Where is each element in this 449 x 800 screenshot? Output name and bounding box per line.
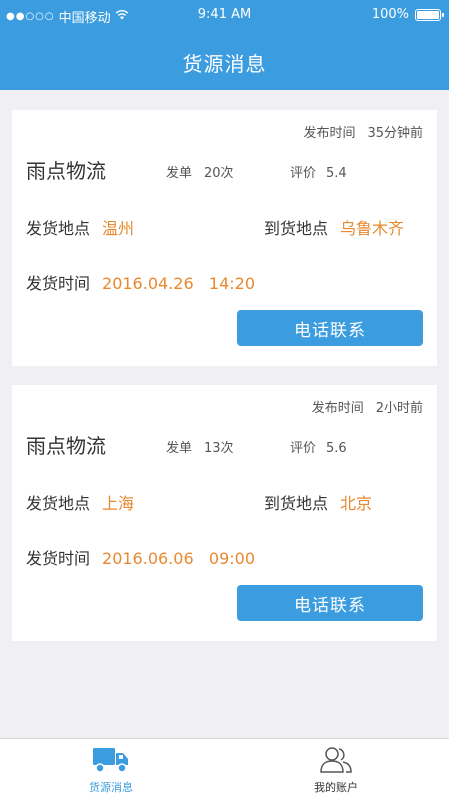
ship-time-value: 2016.04.26 14:20 <box>102 274 255 293</box>
publish-label: 发布时间 <box>303 126 356 141</box>
cargo-card: 发布时间 35分钟前 雨点物流 发单 20次 评价 5.4 发货地点 温州 到货地点 乌鲁… <box>12 110 437 366</box>
order-count: 发单 13次 <box>166 437 234 456</box>
tab-my-account-label: 我的账户 <box>314 781 358 794</box>
publish-time: 发布时间 2小时前 <box>312 397 423 416</box>
call-button[interactable]: 电话联系 <box>237 310 423 346</box>
users-icon <box>281 745 391 775</box>
tab-my-account[interactable]: 我的账户 <box>281 745 391 795</box>
origin-value: 上海 <box>102 494 135 513</box>
ship-time-label: 发货时间 <box>26 274 91 293</box>
status-right: 100% <box>371 7 444 22</box>
orders-value: 13次 <box>204 441 234 456</box>
cargo-card: 发布时间 2小时前 雨点物流 发单 13次 评价 5.6 发货地点 上海 到货地点 北京 … <box>12 385 437 641</box>
origin-label: 发货地点 <box>26 219 91 238</box>
publish-label: 发布时间 <box>311 401 364 416</box>
call-button[interactable]: 电话联系 <box>237 585 423 621</box>
destination-value: 乌鲁木齐 <box>340 219 405 238</box>
truck-icon <box>56 745 166 775</box>
ship-time: 发货时间 2016.04.26 14:20 <box>26 270 255 294</box>
destination-value: 北京 <box>340 494 373 513</box>
tab-cargo-messages[interactable]: 货源消息 <box>56 745 166 795</box>
rating: 评价 5.4 <box>290 162 347 181</box>
destination-label: 到货地点 <box>264 219 329 238</box>
ship-time-label: 发货时间 <box>26 549 91 568</box>
company-name: 雨点物流 <box>26 434 106 458</box>
tab-bar: 货源消息 我的账户 <box>0 738 449 800</box>
destination-label: 到货地点 <box>264 494 329 513</box>
publish-time: 发布时间 35分钟前 <box>303 122 423 141</box>
destination: 到货地点 北京 <box>264 490 372 514</box>
orders-label: 发单 <box>166 441 193 456</box>
orders-label: 发单 <box>166 166 193 181</box>
app-header: ●●○○○ 中国移动 9:41 AM 100% 货源消息 <box>0 0 449 90</box>
rating-value: 5.4 <box>326 166 347 181</box>
company-name: 雨点物流 <box>26 159 106 183</box>
destination: 到货地点 乌鲁木齐 <box>264 215 404 239</box>
origin: 发货地点 上海 <box>26 490 134 514</box>
orders-value: 20次 <box>204 166 234 181</box>
tab-cargo-messages-label: 货源消息 <box>89 781 133 794</box>
status-bar: ●●○○○ 中国移动 9:41 AM 100% <box>0 0 449 30</box>
rating-label: 评价 <box>290 441 317 456</box>
ship-time: 发货时间 2016.06.06 09:00 <box>26 545 255 569</box>
origin: 发货地点 温州 <box>26 215 134 239</box>
rating: 评价 5.6 <box>290 437 347 456</box>
battery-percent: 100% <box>371 7 409 22</box>
ship-time-value: 2016.06.06 09:00 <box>102 549 255 568</box>
battery-icon <box>415 8 444 21</box>
origin-value: 温州 <box>102 219 135 238</box>
page-title: 货源消息 <box>182 52 267 76</box>
rating-value: 5.6 <box>326 441 347 456</box>
origin-label: 发货地点 <box>26 494 91 513</box>
publish-value: 35分钟前 <box>367 126 423 141</box>
rating-label: 评价 <box>290 166 317 181</box>
publish-value: 2小时前 <box>375 401 423 416</box>
order-count: 发单 20次 <box>166 162 234 181</box>
